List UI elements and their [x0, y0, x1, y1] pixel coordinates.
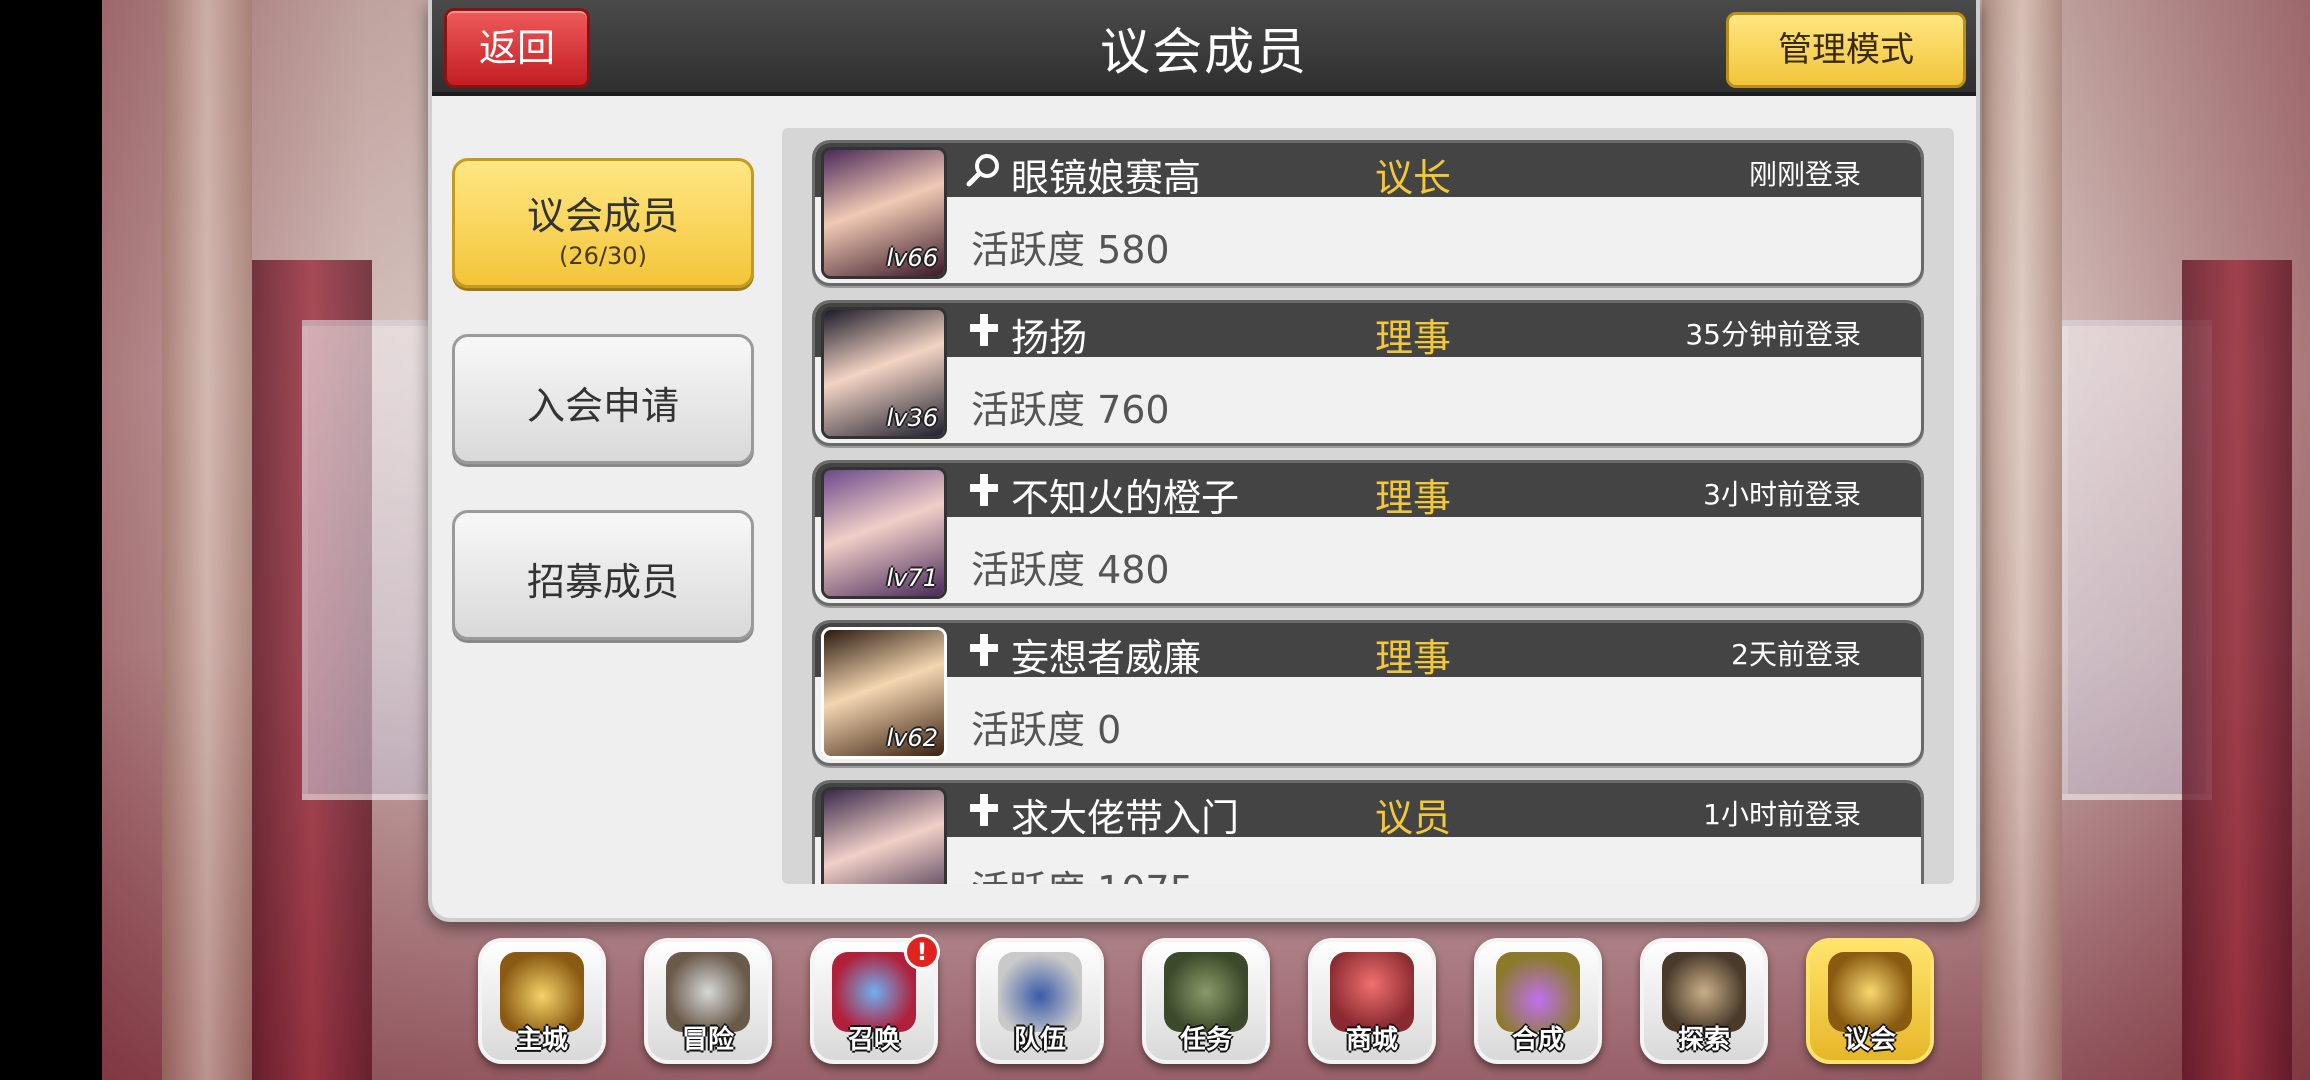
member-rank: 理事 [1375, 636, 1452, 680]
member-avatar[interactable]: lv36 [821, 307, 947, 439]
member-rank: 议员 [1375, 796, 1452, 840]
nav-explore[interactable]: 探索 [1640, 938, 1768, 1064]
member-level: lv62 [886, 724, 938, 752]
curtain-decoration [2182, 260, 2292, 1080]
tab-council-members[interactable]: 议会成员 (26/30) [452, 158, 754, 288]
nav-main-city[interactable]: 主城 [478, 938, 606, 1064]
last-login: 刚刚登录 [1748, 158, 1861, 191]
nav-label: 任务 [1179, 1025, 1232, 1055]
council-panel: 返回 议会成员 管理模式 议会成员 (26/30) 入会申请 招募成员 lv66… [428, 0, 1980, 922]
activity-value: 活跃度 480 [971, 548, 1170, 592]
member-name: 扬扬 [1011, 316, 1088, 360]
tab-label: 议会成员 [526, 194, 679, 238]
last-login: 3小时前登录 [1703, 478, 1861, 511]
nav-label: 冒险 [681, 1025, 734, 1055]
member-name: 不知火的橙子 [1011, 476, 1240, 520]
member-level: lv36 [886, 404, 938, 432]
magnifier-icon [965, 151, 1003, 189]
member-avatar[interactable]: lv71 [821, 467, 947, 599]
nav-summon[interactable]: 召唤 ! [810, 934, 940, 1064]
member-level: lv66 [886, 244, 938, 272]
nav-label: 队伍 [1013, 1025, 1066, 1055]
nav-label: 探索 [1677, 1025, 1730, 1055]
cross-icon [965, 471, 1003, 509]
member-rank: 议长 [1375, 156, 1452, 200]
cross-icon [965, 631, 1003, 669]
pillar-decoration [162, 0, 252, 1080]
manage-mode-button[interactable]: 管理模式 [1726, 12, 1966, 88]
member-row[interactable]: lv62 妄想者威廉 理事 2天前登录 活跃度 0 [812, 620, 1924, 766]
member-name: 求大佬带入门 [1011, 796, 1240, 840]
nav-craft[interactable]: 合成 [1474, 938, 1602, 1064]
member-avatar[interactable]: lv66 [821, 147, 947, 279]
member-rank: 理事 [1375, 316, 1452, 360]
tab-label: 招募成员 [526, 560, 679, 604]
member-row[interactable]: lv66 眼镜娘赛高 议长 刚刚登录 活跃度 580 [812, 140, 1924, 286]
member-row[interactable]: lv36 扬扬 理事 35分钟前登录 活跃度 760 [812, 300, 1924, 446]
activity-value: 活跃度 0 [971, 708, 1122, 752]
last-login: 2天前登录 [1731, 638, 1861, 671]
nav-label: 议会 [1843, 1025, 1896, 1055]
last-login: 35分钟前登录 [1685, 318, 1861, 351]
tab-recruit-members[interactable]: 招募成员 [452, 510, 754, 640]
nav-label: 主城 [515, 1025, 568, 1055]
nav-quests[interactable]: 任务 [1142, 938, 1270, 1064]
nav-shop[interactable]: 商城 [1308, 938, 1436, 1064]
tab-join-requests[interactable]: 入会申请 [452, 334, 754, 464]
tab-label: 入会申请 [526, 384, 679, 428]
nav-label: 商城 [1345, 1025, 1398, 1055]
member-level: lv71 [886, 564, 938, 592]
panel-header: 返回 议会成员 管理模式 [432, 0, 1976, 96]
member-avatar[interactable]: lv62 [821, 627, 947, 759]
last-login: 1小时前登录 [1703, 798, 1861, 831]
nav-team[interactable]: 队伍 [976, 938, 1104, 1064]
member-row[interactable]: lv71 不知火的橙子 理事 3小时前登录 活跃度 480 [812, 460, 1924, 606]
activity-value: 活跃度 1075 [971, 859, 1194, 884]
member-name: 眼镜娘赛高 [1011, 156, 1202, 200]
activity-value: 活跃度 760 [971, 388, 1170, 432]
window-decoration [302, 320, 442, 800]
member-avatar[interactable] [821, 787, 947, 884]
member-list[interactable]: lv66 眼镜娘赛高 议长 刚刚登录 活跃度 580 lv36 扬扬 理事 35… [782, 128, 1954, 884]
activity-value: 活跃度 580 [971, 228, 1170, 272]
nav-label: 召唤 [847, 1025, 900, 1055]
cross-icon [965, 311, 1003, 349]
pillar-decoration [1982, 0, 2062, 1080]
member-rank: 理事 [1375, 476, 1452, 520]
member-count: (26/30) [559, 242, 647, 270]
avatar-portrait [824, 790, 944, 884]
nav-adventure[interactable]: 冒险 [644, 938, 772, 1064]
notification-badge: ! [904, 934, 940, 970]
member-name: 妄想者威廉 [1011, 636, 1202, 680]
nav-council[interactable]: 议会 [1806, 938, 1934, 1064]
cross-icon [965, 791, 1003, 829]
nav-label: 合成 [1511, 1025, 1564, 1055]
member-row[interactable]: 求大佬带入门 议员 1小时前登录 活跃度 1075 [812, 780, 1924, 884]
